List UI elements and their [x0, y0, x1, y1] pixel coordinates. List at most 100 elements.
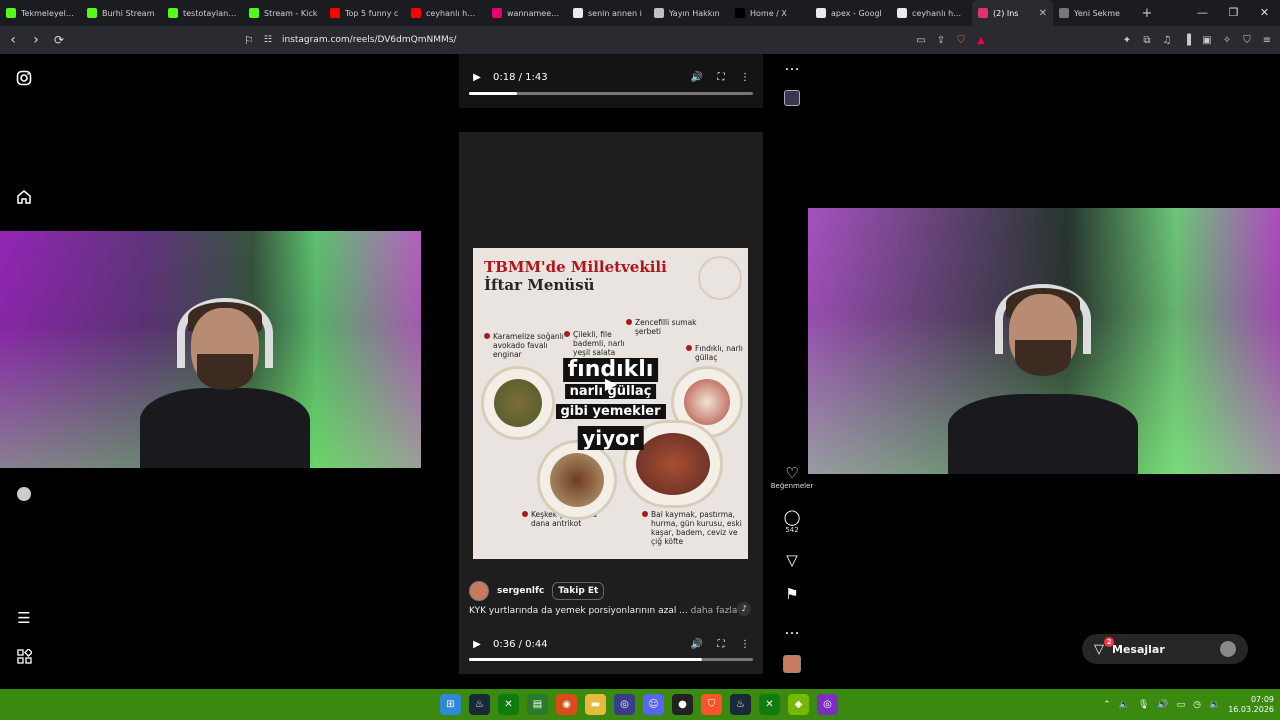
browser-tab[interactable]: ceyhanlı haka: [405, 0, 486, 26]
fullscreen-icon[interactable]: ⛶: [713, 72, 729, 83]
tray-chevron-icon[interactable]: ⌃: [1103, 700, 1111, 710]
streamer-body: [948, 394, 1138, 474]
share-button[interactable]: ▽: [770, 551, 814, 569]
leo-ai-icon[interactable]: ✧: [1220, 35, 1234, 46]
monitor-icon[interactable]: ▭: [1177, 700, 1186, 710]
volume-icon[interactable]: 🔊: [1157, 700, 1168, 710]
store-icon[interactable]: ▤: [527, 694, 548, 715]
bookmark-icon[interactable]: ⚐: [244, 34, 254, 47]
tab-favicon-icon: [978, 8, 988, 18]
browser-tab[interactable]: apex - Googl: [810, 0, 891, 26]
brave-shield-icon[interactable]: ⛉: [954, 35, 968, 46]
steam-icon[interactable]: ♨: [469, 694, 490, 715]
media-icon[interactable]: ♫: [1160, 35, 1174, 46]
xbox-icon[interactable]: ✕: [498, 694, 519, 715]
profile-avatar-icon[interactable]: [14, 484, 34, 504]
browser-tab[interactable]: Tekmeleyelan: [0, 0, 81, 26]
play-icon[interactable]: ▶: [469, 72, 485, 83]
more-options-icon[interactable]: …: [770, 56, 814, 74]
explorer-icon[interactable]: ▬: [585, 694, 606, 715]
webcam-overlay-right: [808, 208, 1280, 474]
browser-tab[interactable]: wannameetm: [486, 0, 567, 26]
reload-icon[interactable]: ⟳: [49, 33, 69, 47]
volume-tray-icon[interactable]: 🔉: [1209, 700, 1220, 710]
browser-tab[interactable]: Burhi Stream: [81, 0, 162, 26]
like-button[interactable]: ♡ Beğenmeler: [770, 464, 814, 490]
fullscreen-icon[interactable]: ⛶: [713, 639, 729, 650]
browser-tab[interactable]: Stream - Kick: [243, 0, 324, 26]
site-info-icon[interactable]: ☷: [264, 35, 272, 45]
back-icon[interactable]: ‹: [3, 32, 23, 48]
rewards-icon[interactable]: ▲: [974, 35, 988, 46]
speaker-icon[interactable]: 🔈: [1119, 700, 1130, 710]
volume-icon[interactable]: 🔊: [689, 639, 705, 650]
mute-toggle-icon[interactable]: ♪: [737, 602, 751, 616]
nvidia-icon[interactable]: ◆: [788, 694, 809, 715]
follow-button[interactable]: Takip Et: [552, 582, 605, 600]
audio-avatar[interactable]: [770, 655, 814, 677]
volume-icon[interactable]: 🔊: [689, 72, 705, 83]
network-icon[interactable]: ◷: [1193, 700, 1201, 710]
progress-bar[interactable]: [469, 92, 753, 95]
brave-icon[interactable]: ⛉: [701, 694, 722, 715]
more-menu-icon[interactable]: ☰: [14, 608, 34, 628]
discord-icon[interactable]: ☺: [643, 694, 664, 715]
more-options-icon[interactable]: ⋮: [737, 72, 753, 83]
more-link[interactable]: daha fazla: [691, 606, 738, 616]
wallet-icon[interactable]: ▣: [1200, 35, 1214, 46]
cast-icon[interactable]: ▭: [914, 35, 928, 46]
more-options-icon[interactable]: ⋮: [737, 639, 753, 650]
address-bar[interactable]: ⚐ ☷ instagram.com/reels/DV6dmQmNMMs/: [244, 29, 992, 51]
menu-item-4: Fındıklı, narlı güllaç: [686, 344, 748, 362]
reel-current[interactable]: TBMM'de Milletvekili İftar Menüsü Karame…: [459, 132, 763, 674]
close-window-icon[interactable]: ✕: [1249, 0, 1280, 26]
home-icon[interactable]: [14, 187, 34, 207]
also-from-meta-icon[interactable]: [14, 646, 34, 666]
comment-button[interactable]: ◯ 542: [770, 508, 814, 534]
browser-tab[interactable]: Home / X: [729, 0, 810, 26]
more-options-icon[interactable]: …: [770, 620, 814, 638]
browser-tab[interactable]: testotaylan St: [162, 0, 243, 26]
post-image: TBMM'de Milletvekili İftar Menüsü Karame…: [473, 248, 748, 559]
steam-icon-2[interactable]: ♨: [730, 694, 751, 715]
clock[interactable]: 07:09 16.03.2026: [1228, 695, 1274, 715]
instagram-logo-icon[interactable]: [14, 68, 34, 88]
browser-tab[interactable]: senin annen i: [567, 0, 648, 26]
url-text[interactable]: instagram.com/reels/DV6dmQmNMMs/: [282, 35, 457, 45]
obs-icon[interactable]: ◎: [614, 694, 635, 715]
vpn-icon[interactable]: ⛉: [1240, 35, 1254, 46]
start-icon[interactable]: ⊞: [440, 694, 461, 715]
browser-tab[interactable]: (2) Ins ✕: [972, 0, 1053, 26]
new-tab-button[interactable]: +: [1134, 6, 1160, 21]
restore-icon[interactable]: ❐: [1218, 0, 1249, 26]
browser-tab[interactable]: Yeni Sekme: [1053, 0, 1134, 26]
share-icon[interactable]: ⇪: [934, 35, 948, 46]
reel-previous[interactable]: ▶ 0:18 / 1:43 🔊 ⛶ ⋮: [459, 54, 763, 108]
sidebar-icon[interactable]: ▐: [1180, 35, 1194, 46]
audio-thumb-icon[interactable]: [770, 90, 814, 110]
browser-tab[interactable]: ceyhanlı haka: [891, 0, 972, 26]
browser-tab[interactable]: Yayın Hakkın: [648, 0, 729, 26]
menu-icon[interactable]: ≡: [1260, 35, 1274, 46]
extensions-icon[interactable]: ✦: [1120, 35, 1134, 46]
progress-bar[interactable]: [469, 658, 753, 661]
author-name[interactable]: sergenlfc: [497, 586, 544, 596]
tab-title: ceyhanlı haka: [426, 8, 480, 18]
save-button[interactable]: ⚑: [770, 585, 814, 603]
minimize-icon[interactable]: —: [1187, 0, 1218, 26]
forward-icon[interactable]: ›: [26, 32, 46, 48]
play-overlay-icon[interactable]: ▶: [601, 374, 621, 394]
play-icon[interactable]: ▶: [469, 639, 485, 650]
taskbar-apps: ⊞ ♨ ✕ ▤ ◉ ▬ ◎ ☺ ● ⛉ ♨ ✕ ◆ ◎: [440, 694, 838, 715]
app-icon[interactable]: ●: [672, 694, 693, 715]
xbox-icon-2[interactable]: ✕: [759, 694, 780, 715]
mic-icon[interactable]: 🎙: [1138, 700, 1149, 710]
author-avatar[interactable]: [469, 581, 489, 601]
tab-favicon-icon: [168, 8, 178, 18]
screenshot-icon[interactable]: ⧉: [1140, 35, 1154, 46]
ea-icon[interactable]: ◉: [556, 694, 577, 715]
browser-tab[interactable]: Top 5 funny c: [324, 0, 405, 26]
close-tab-icon[interactable]: ✕: [1039, 8, 1047, 19]
messages-button[interactable]: ▽ 2 Mesajlar: [1082, 634, 1248, 664]
instagram-app-icon[interactable]: ◎: [817, 694, 838, 715]
